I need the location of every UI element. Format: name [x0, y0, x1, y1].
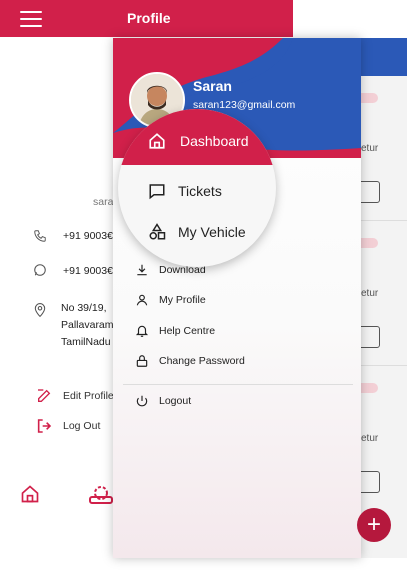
add-button[interactable]: + [357, 508, 391, 542]
whatsapp-icon [34, 264, 46, 276]
logout-icon[interactable] [36, 418, 52, 434]
page-title: Profile [127, 10, 171, 26]
menu-item-logout[interactable]: Logout [135, 390, 191, 412]
menu-item-change-password[interactable]: Change Password [135, 350, 245, 372]
menu-item-label: Tickets [178, 183, 222, 199]
drawer-user-name: Saran [193, 78, 232, 94]
home-icon[interactable] [20, 484, 40, 504]
chat-icon [149, 184, 165, 200]
menu-icon[interactable] [20, 11, 42, 27]
address-line-1: No 39/19, [61, 302, 107, 314]
menu-item-label: My Vehicle [178, 224, 246, 240]
menu-item-label: Change Password [159, 355, 245, 367]
list-text: etur [361, 433, 379, 444]
person-icon [136, 294, 148, 306]
edit-icon[interactable] [36, 388, 52, 404]
phone-number-1: +91 9003€ [63, 230, 113, 242]
menu-item-label: My Profile [159, 294, 206, 306]
menu-item-my-vehicle[interactable]: My Vehicle [148, 223, 246, 241]
shapes-icon [149, 223, 166, 240]
vehicle-settings-icon[interactable] [88, 484, 114, 506]
bell-icon [135, 325, 149, 337]
list-text: etur [361, 143, 379, 154]
edit-profile-link[interactable]: Edit Profile [63, 390, 114, 402]
logout-link[interactable]: Log Out [63, 420, 100, 432]
menu-item-help-centre[interactable]: Help Centre [135, 320, 215, 342]
menu-item-dashboard[interactable]: Dashboard [118, 109, 276, 165]
power-icon [136, 395, 148, 407]
divider [123, 384, 353, 385]
profile-username: sara [93, 196, 114, 208]
address-line-3: TamilNadu [61, 336, 111, 348]
home-icon [149, 133, 165, 149]
address-line-2: Pallavaram [61, 319, 114, 331]
app-header: Profile [0, 0, 293, 37]
menu-item-label: Dashboard [180, 133, 249, 149]
menu-item-tickets[interactable]: Tickets [148, 182, 222, 200]
location-icon [34, 303, 46, 318]
lock-icon [136, 355, 148, 367]
download-icon [137, 264, 147, 276]
phone-number-2: +91 9003€ [63, 265, 113, 277]
list-text: etur [361, 288, 379, 299]
menu-item-label: Logout [159, 395, 192, 407]
magnifier-overlay: Dashboard Tickets My Vehicle [118, 109, 276, 267]
phone-icon [34, 230, 46, 242]
menu-item-label: Help Centre [159, 325, 216, 337]
menu-item-my-profile[interactable]: My Profile [135, 289, 206, 311]
